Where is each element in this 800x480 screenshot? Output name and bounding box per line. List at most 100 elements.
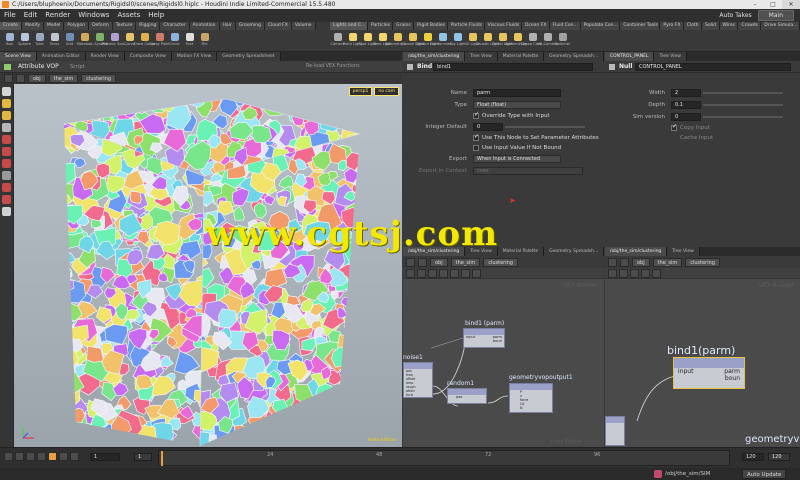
tab-tree-view[interactable]: Tree View bbox=[465, 52, 498, 61]
menu-file[interactable]: File bbox=[0, 9, 20, 22]
tool-caustic-light[interactable]: Caustic Light bbox=[476, 31, 499, 51]
scale-tool-icon[interactable] bbox=[2, 159, 11, 168]
width-slider[interactable] bbox=[703, 92, 783, 94]
tool-area-light[interactable]: Area Light bbox=[373, 31, 392, 51]
output-node-partial[interactable] bbox=[605, 416, 625, 446]
tab-geometry-spreadsheet-2[interactable]: Geometry Spreadsh... bbox=[544, 52, 605, 61]
menu-windows[interactable]: Windows bbox=[74, 9, 113, 22]
output-port-n[interactable]: N bbox=[520, 406, 552, 410]
sim-version-field[interactable]: 0 bbox=[671, 113, 701, 121]
step-forward-button[interactable] bbox=[59, 452, 68, 461]
stop-button[interactable] bbox=[37, 452, 46, 461]
integer-default-slider[interactable] bbox=[505, 126, 585, 128]
shelf-tab-right-0[interactable]: Lights and C... bbox=[330, 22, 368, 30]
desktop-selector[interactable]: Main bbox=[757, 10, 794, 21]
snap-tool-icon[interactable] bbox=[2, 207, 11, 216]
tab-geometry-spreadsheet-3[interactable]: Geometry Spreadsh... bbox=[544, 247, 605, 256]
shelf-tab-right-7[interactable]: Fluid Con... bbox=[549, 22, 581, 30]
start-frame-field[interactable]: 1 bbox=[134, 453, 152, 461]
tool-geometry-l[interactable]: Geometry L... bbox=[385, 31, 410, 51]
playhead[interactable] bbox=[161, 451, 163, 466]
shelf-tab-left-2[interactable]: Model bbox=[43, 22, 65, 30]
select-tool-icon[interactable] bbox=[2, 87, 11, 96]
tool-point-light[interactable]: Point Light bbox=[343, 31, 362, 51]
tool-stereo-cam[interactable]: Stereo Cam... bbox=[520, 31, 545, 51]
shelf-tab-right-15[interactable]: Drive Simula... bbox=[761, 22, 800, 30]
shelf-tab-right-6[interactable]: Ocean FX bbox=[521, 22, 550, 30]
integer-default-field[interactable]: 0 bbox=[473, 123, 503, 131]
tool-box[interactable]: Box bbox=[2, 31, 17, 51]
tool-volume-light[interactable]: Volume Light bbox=[401, 31, 424, 51]
shelf-tab-right-2[interactable]: Grains bbox=[393, 22, 415, 30]
name-field[interactable]: parm bbox=[473, 89, 561, 97]
copy-input-checkbox[interactable] bbox=[671, 123, 677, 131]
menu-help[interactable]: Help bbox=[144, 9, 168, 22]
end-frame-field[interactable]: 120 bbox=[742, 453, 764, 461]
tool-switcher[interactable]: Switcher bbox=[555, 31, 570, 51]
use-node-checkbox[interactable] bbox=[473, 133, 479, 141]
tab-material-palette[interactable]: Material Palette bbox=[497, 52, 545, 61]
type-dropdown[interactable]: Float (float) bbox=[473, 101, 561, 109]
tool-torus[interactable]: Torus bbox=[47, 31, 62, 51]
viewport-canvas[interactable]: persp1 no cam Indie Edition bbox=[14, 84, 402, 447]
scene-viewport[interactable]: Attribute VOP Script Re-load VEX Functio… bbox=[0, 61, 402, 447]
play-reverse-button[interactable] bbox=[26, 452, 35, 461]
width-field[interactable]: 2 bbox=[671, 89, 701, 97]
shelf-tab-left-5[interactable]: Texture bbox=[112, 22, 137, 30]
network-editor-right[interactable]: obj the_sim clustering VEX Builder bind1… bbox=[605, 256, 800, 447]
shelf-tab-left-1[interactable]: Modify bbox=[21, 22, 44, 30]
minimize-button[interactable]: – bbox=[746, 0, 764, 9]
random-pos-port[interactable]: pos bbox=[448, 395, 486, 399]
null-node-name-field[interactable]: CONTROL_PANEL bbox=[635, 63, 791, 71]
tool-l-system[interactable]: L-System bbox=[91, 31, 108, 51]
persp-camera-button[interactable]: persp1 bbox=[348, 87, 373, 96]
path-the-sim[interactable]: the_sim bbox=[48, 74, 79, 83]
move-tool-icon[interactable] bbox=[2, 135, 11, 144]
maximize-button[interactable]: □ bbox=[764, 0, 782, 9]
tab-network-path-2[interactable]: /obj/the_sim/clustering bbox=[605, 247, 668, 256]
tool-file[interactable]: File bbox=[197, 31, 212, 51]
tool-tube[interactable]: Tube bbox=[32, 31, 47, 51]
no-cam-button[interactable]: no cam bbox=[374, 87, 399, 96]
reload-vex-button[interactable]: Re-load VEX Functions bbox=[306, 61, 360, 73]
use-input-checkbox[interactable] bbox=[473, 145, 479, 151]
rotate-tool-icon[interactable] bbox=[2, 147, 11, 156]
tool-platonic-soli[interactable]: Platonic Soli... bbox=[102, 31, 127, 51]
shelf-tab-right-12[interactable]: Solid bbox=[701, 22, 720, 30]
tool-camera[interactable]: Camera bbox=[330, 31, 345, 51]
tab-geometry-spreadsheet[interactable]: Geometry Spreadsheet bbox=[217, 52, 281, 61]
gear-icon[interactable] bbox=[407, 64, 413, 70]
view-tool-icon[interactable] bbox=[2, 99, 11, 108]
shelf-tab-right-14[interactable]: Crowds bbox=[738, 22, 762, 30]
menu-edit[interactable]: Edit bbox=[20, 9, 42, 22]
network-editor-left[interactable]: obj the_sim clustering VEX Builder bind1… bbox=[403, 256, 604, 447]
tool-portal-light[interactable]: Portal Light bbox=[492, 31, 513, 51]
shelf-tab-right-10[interactable]: Pyro FX bbox=[660, 22, 684, 30]
shelf-tab-left-8[interactable]: Animation bbox=[189, 22, 220, 30]
tab-render-view[interactable]: Render View bbox=[85, 52, 125, 61]
close-button[interactable]: ✕ bbox=[782, 0, 800, 9]
play-button[interactable] bbox=[48, 452, 57, 461]
forward-button[interactable] bbox=[16, 74, 25, 83]
shelf-tab-right-8[interactable]: Populate Con... bbox=[580, 22, 621, 30]
shelf-tab-left-9[interactable]: Hair bbox=[219, 22, 236, 30]
tool-circle[interactable]: Circle bbox=[167, 31, 182, 51]
bind-boun-port[interactable]: boun bbox=[464, 339, 504, 343]
shelf-tab-right-3[interactable]: Rigid Bodies bbox=[414, 22, 448, 30]
path-obj[interactable]: obj bbox=[28, 74, 46, 83]
export-context-dropdown[interactable]: cvex bbox=[473, 167, 583, 175]
shelf-tab-left-11[interactable]: Cloud FX bbox=[264, 22, 292, 30]
gear-icon[interactable] bbox=[609, 64, 615, 70]
brush-tool-icon[interactable] bbox=[2, 171, 11, 180]
tab-control-panel[interactable]: CONTROL_PANEL bbox=[605, 52, 655, 61]
shelf-tab-right-5[interactable]: Viscous Fluids bbox=[484, 22, 522, 30]
tool-metaball[interactable]: Metaball bbox=[77, 31, 92, 51]
bind-node[interactable]: input parm boun bbox=[463, 328, 505, 348]
path-clustering[interactable]: clustering bbox=[81, 74, 116, 83]
shelf-tab-right-9[interactable]: Container Tools bbox=[620, 22, 661, 30]
node-name-field[interactable]: bind1 bbox=[433, 63, 593, 71]
shelf-tab-right-1[interactable]: Particles bbox=[367, 22, 394, 30]
pose-tool-icon[interactable] bbox=[2, 123, 11, 132]
tool-font[interactable]: Font bbox=[182, 31, 197, 51]
tool-draw-curve[interactable]: Draw Curve bbox=[134, 31, 155, 51]
